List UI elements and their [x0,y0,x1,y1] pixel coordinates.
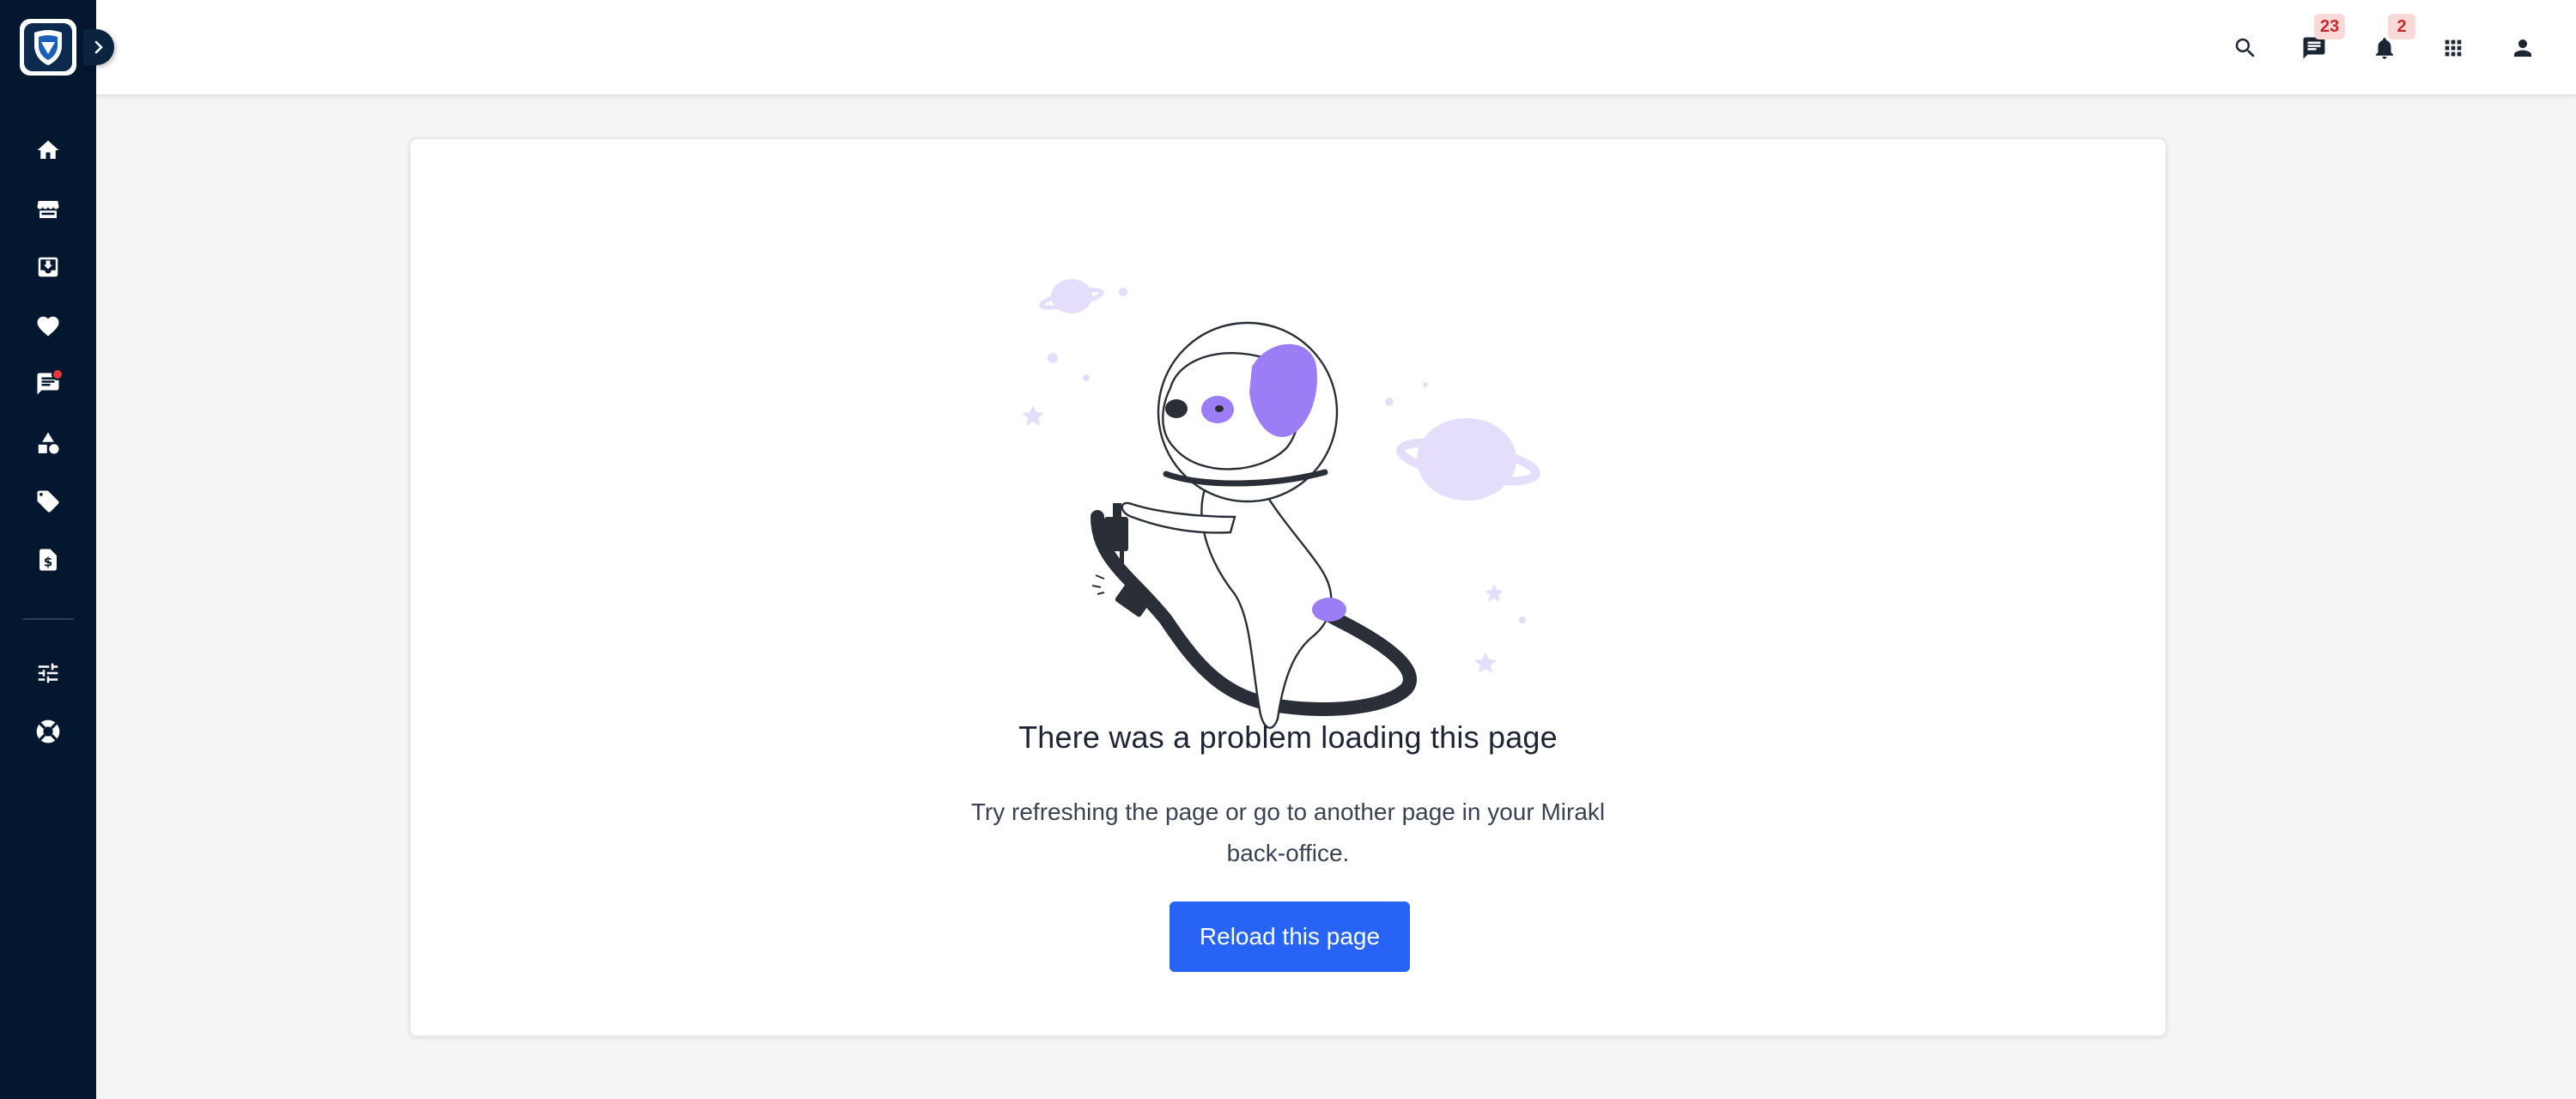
app-logo[interactable] [20,19,76,76]
sidebar-item-messages[interactable] [26,361,70,406]
error-card: There was a problem loading this page Tr… [409,137,2167,1037]
large-planet [1396,418,1540,501]
reload-page-button[interactable]: Reload this page [1170,902,1410,972]
sidebar: $ [0,0,114,1099]
tag-icon [37,490,59,513]
sidebar-item-help[interactable] [26,709,70,754]
sidebar-item-settings[interactable] [26,651,70,695]
messages-button[interactable]: 23 [2292,14,2346,70]
notification-dot [52,368,64,380]
home-icon [37,140,59,159]
sidebar-item-home[interactable] [26,128,70,173]
shapes-icon [38,432,59,454]
sidebar-item-invoices[interactable]: $ [26,537,70,582]
svg-text:$: $ [44,555,52,570]
error-message: Try refreshing the page or go to another… [970,798,1606,866]
sidebar-item-favorites[interactable] [26,304,70,349]
sidebar-item-inbox[interactable] [26,245,70,289]
dog-eye [1215,405,1224,412]
sidebar-item-pricing[interactable] [26,479,70,524]
search-button[interactable] [2223,26,2268,70]
help-lifebuoy-icon [36,720,60,744]
chevron-right-icon [94,40,103,54]
notifications-count-badge: 2 [2388,14,2415,39]
store-icon [37,201,59,218]
dog-nose [1165,399,1188,418]
user-icon [2514,39,2531,57]
space-dog-illustration [1022,279,1540,729]
shield-logo-icon [24,23,72,71]
tail-spot [1312,598,1346,622]
invoice-dollar-icon: $ [39,549,57,571]
heart-icon [37,316,59,337]
user-menu-button[interactable] [2500,26,2545,70]
small-planet [1039,279,1104,313]
sidebar-item-catalog[interactable] [26,421,70,465]
sidebar-item-store[interactable] [26,187,70,232]
messages-count-badge: 23 [2314,14,2346,39]
notifications-button[interactable]: 2 [2362,14,2415,70]
sidebar-divider [22,618,74,620]
apps-menu-button[interactable] [2431,26,2476,70]
apps-grid-icon [2445,39,2462,57]
top-bar: 23 2 [96,0,2576,96]
inbox-download-icon [38,257,58,277]
error-title: There was a problem loading this page [1018,720,1558,755]
settings-sliders-icon [38,663,58,683]
search-icon [2235,38,2255,58]
